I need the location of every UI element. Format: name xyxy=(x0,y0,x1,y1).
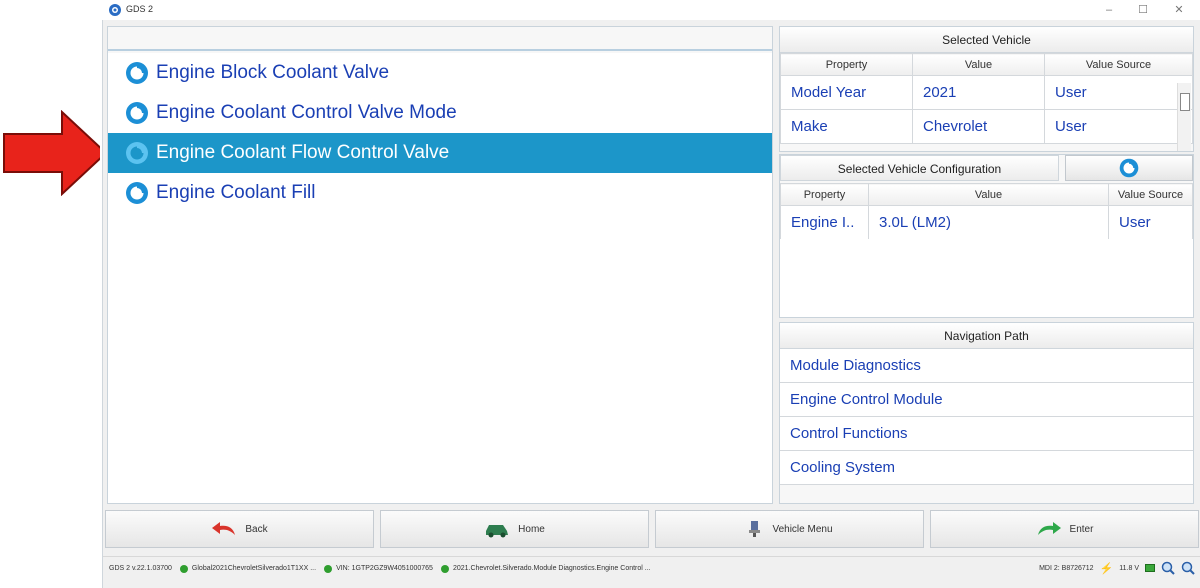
table-row[interactable]: Engine I.. 3.0L (LM2) User xyxy=(780,205,1193,240)
configuration-header-row: Selected Vehicle Configuration xyxy=(780,155,1193,181)
list-item[interactable]: Engine Coolant Fill xyxy=(108,173,772,213)
status-ok-icon xyxy=(440,564,449,573)
gear-icon xyxy=(126,62,148,84)
enter-button[interactable]: Enter xyxy=(930,510,1199,548)
list-item-selected[interactable]: Engine Coolant Flow Control Valve xyxy=(108,133,772,173)
home-button-label: Home xyxy=(518,523,545,535)
car-icon xyxy=(486,525,509,538)
maximize-button[interactable]: ☐ xyxy=(1130,1,1156,19)
zoom-out-icon[interactable] xyxy=(1161,561,1175,575)
location-text: 2021.Chevrolet.Silverado.Module Diagnost… xyxy=(452,565,651,572)
column-header-value-source[interactable]: Value Source xyxy=(1108,183,1193,206)
column-header-value[interactable]: Value xyxy=(912,53,1045,76)
list-item-label: Engine Coolant Control Valve Mode xyxy=(156,102,457,123)
window-client-area: Engine Block Coolant Valve Engine Coolan… xyxy=(102,20,1200,588)
gear-icon xyxy=(126,102,148,124)
vehicle-configuration-panel: Selected Vehicle Configuration Property … xyxy=(779,154,1194,318)
vehicle-menu-button-label: Vehicle Menu xyxy=(772,523,833,535)
status-right-group: MDI 2: B8726712 ⚡ 11.8 V xyxy=(1039,561,1195,575)
enter-arrow-icon xyxy=(1037,522,1061,535)
gear-icon xyxy=(126,182,148,204)
configuration-empty-area xyxy=(780,239,1193,317)
mdi-text: MDI 2: B8726712 xyxy=(1039,564,1094,572)
voltage-text: 11.8 V xyxy=(1119,564,1139,572)
selected-vehicle-panel: Selected Vehicle Property Value Value So… xyxy=(779,26,1194,152)
enter-button-label: Enter xyxy=(1069,523,1094,535)
table-cell: User xyxy=(1044,75,1193,110)
vertical-scrollbar[interactable] xyxy=(1177,83,1191,151)
configuration-table: Property Value Value Source Engine I.. 3… xyxy=(780,183,1193,240)
list-item[interactable]: Engine Block Coolant Valve xyxy=(108,53,772,93)
selected-vehicle-table: Property Value Value Source Model Year 2… xyxy=(780,53,1193,144)
navigation-path-panel: Navigation Path Module Diagnostics Engin… xyxy=(779,322,1194,504)
column-header-property[interactable]: Property xyxy=(780,183,869,206)
list-item-label: Engine Block Coolant Valve xyxy=(156,62,390,83)
title-bar: GDS 2 – ☐ ✕ xyxy=(100,0,1200,20)
table-cell: Chevrolet xyxy=(912,109,1045,144)
status-ok-icon xyxy=(179,564,188,573)
nav-path-item[interactable]: Control Functions xyxy=(780,417,1193,451)
function-list-panel: Engine Block Coolant Valve Engine Coolan… xyxy=(107,26,773,504)
red-pointer-arrow xyxy=(3,110,108,196)
list-header xyxy=(108,27,772,51)
table-cell: User xyxy=(1108,205,1193,240)
list-item[interactable]: Engine Coolant Control Valve Mode xyxy=(108,93,772,133)
nav-path-item[interactable]: Module Diagnostics xyxy=(780,349,1193,383)
gds2-window: GDS 2 – ☐ ✕ Engine Block Coolant Valve E… xyxy=(100,0,1200,588)
list-item-label: Engine Coolant Flow Control Valve xyxy=(156,142,450,163)
column-header-value[interactable]: Value xyxy=(868,183,1109,206)
table-cell: 2021 xyxy=(912,75,1045,110)
configure-button[interactable] xyxy=(1065,155,1193,181)
table-cell: Make xyxy=(780,109,913,144)
vehicle-menu-icon xyxy=(749,521,761,537)
back-button[interactable]: Back xyxy=(105,510,374,548)
list-item-label: Engine Coolant Fill xyxy=(156,182,316,203)
selected-vehicle-title: Selected Vehicle xyxy=(780,27,1193,53)
navigation-path-title: Navigation Path xyxy=(780,323,1193,349)
minimize-button[interactable]: – xyxy=(1096,1,1122,19)
gear-icon xyxy=(1119,158,1139,178)
column-header-value-source[interactable]: Value Source xyxy=(1044,53,1193,76)
table-cell: Model Year xyxy=(780,75,913,110)
nav-path-item[interactable]: Engine Control Module xyxy=(780,383,1193,417)
home-button[interactable]: Home xyxy=(380,510,649,548)
status-bar: GDS 2 v.22.1.03700 Global2021ChevroletSi… xyxy=(103,556,1200,580)
configuration-title: Selected Vehicle Configuration xyxy=(780,155,1059,181)
column-header-property[interactable]: Property xyxy=(780,53,913,76)
screenshot-root: GDS 2 – ☐ ✕ Engine Block Coolant Valve E… xyxy=(0,0,1200,588)
window-title: GDS 2 xyxy=(126,4,154,14)
table-row[interactable]: Model Year 2021 User xyxy=(780,75,1193,110)
bottom-button-bar: Back Home Vehicle Menu Enter xyxy=(105,510,1199,550)
lightning-icon: ⚡ xyxy=(1099,562,1114,575)
scrollbar-thumb[interactable] xyxy=(1180,93,1190,111)
app-logo-icon xyxy=(109,4,121,16)
version-text: GDS 2 v.22.1.03700 xyxy=(109,565,172,572)
vehicle-path-text: Global2021ChevroletSilverado1T1XX ... xyxy=(191,565,317,572)
nav-path-item[interactable]: Cooling System xyxy=(780,451,1193,485)
table-cell: Engine I.. xyxy=(780,205,869,240)
vin-text: VIN: 1GTP2GZ9W4051000765 xyxy=(336,565,433,572)
back-button-label: Back xyxy=(245,523,268,535)
vehicle-menu-button[interactable]: Vehicle Menu xyxy=(655,510,924,548)
close-button[interactable]: ✕ xyxy=(1166,1,1192,19)
table-row[interactable]: Make Chevrolet User xyxy=(780,109,1193,144)
table-cell: User xyxy=(1044,109,1193,144)
battery-icon xyxy=(1145,564,1155,572)
status-ok-icon xyxy=(324,564,333,573)
function-list[interactable]: Engine Block Coolant Valve Engine Coolan… xyxy=(108,53,772,503)
zoom-in-icon[interactable] xyxy=(1181,561,1195,575)
table-cell: 3.0L (LM2) xyxy=(868,205,1109,240)
back-arrow-icon xyxy=(212,522,236,535)
gear-icon xyxy=(126,142,148,164)
